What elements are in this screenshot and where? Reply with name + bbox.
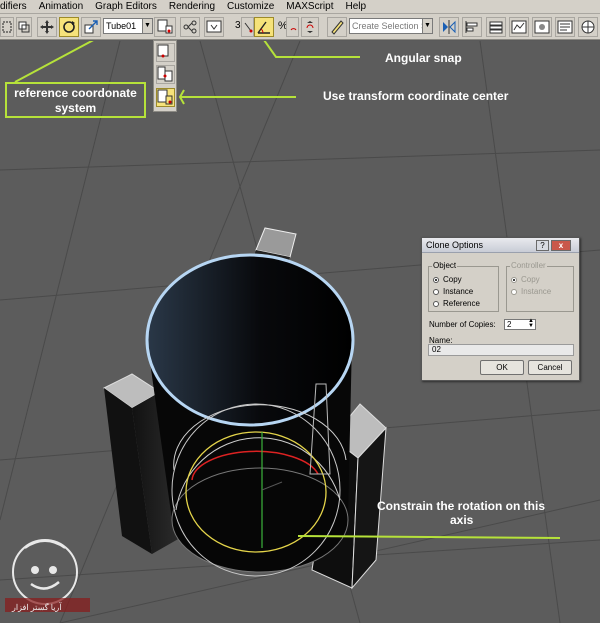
object-reference-label: Reference (443, 299, 480, 308)
dialog-title: Clone Options (426, 240, 484, 250)
menu-graph-editors[interactable]: Graph Editors (95, 0, 163, 14)
chevron-down-icon: ▼ (142, 19, 152, 33)
use-selection-center-icon[interactable] (156, 65, 175, 84)
watermark-logo-text: آریا گستر افزار (12, 603, 62, 612)
tube-object[interactable] (145, 253, 355, 573)
named-selection-dropdown[interactable]: Create Selection Se ▼ (349, 18, 433, 34)
menu-modifiers[interactable]: difiers (0, 0, 33, 14)
rotate-icon[interactable] (59, 17, 79, 37)
keyboard-shortcut-icon[interactable] (204, 17, 224, 37)
object-instance-label: Instance (443, 287, 474, 296)
use-pivot-point-center-icon[interactable] (156, 43, 175, 62)
align-icon[interactable] (462, 17, 482, 37)
dialog-title-bar[interactable]: Clone Options ? x (422, 238, 579, 253)
menu-animation[interactable]: Animation (39, 0, 89, 14)
reference-coordinate-line2: system (54, 101, 97, 115)
reference-coordinate-dropdown[interactable]: Tube01 ▼ (103, 18, 153, 34)
edit-named-selection-icon[interactable] (327, 17, 347, 37)
mirror-icon[interactable] (439, 17, 459, 37)
window-crossing-icon[interactable] (16, 17, 32, 37)
menu-maxscript[interactable]: MAXScript (286, 0, 339, 14)
layer-manager-icon[interactable] (486, 17, 506, 37)
move-icon[interactable] (37, 17, 57, 37)
radio-icon (511, 288, 517, 295)
radio-icon (433, 300, 439, 307)
render-icon[interactable] (578, 17, 598, 37)
reference-coordinate-line1: reference coordonate (14, 86, 137, 100)
name-field[interactable]: 02 (428, 344, 574, 356)
transform-center-annotation: Use transform coordinate center (323, 89, 509, 103)
menu-bar: difiers Animation Graph Editors Renderin… (0, 0, 600, 14)
angle-snap-icon[interactable] (254, 17, 274, 37)
copies-spinner[interactable]: 2 ▲ ▼ (504, 318, 536, 330)
select-and-link-icon[interactable] (180, 17, 200, 37)
percent-snap-icon[interactable] (286, 17, 299, 37)
copies-label: Number of Copies: (429, 320, 496, 329)
controller-group-label: Controller (510, 261, 547, 270)
object-copy-label: Copy (443, 275, 462, 284)
angular-snap-annotation: Angular snap (385, 51, 462, 65)
pivot-center-flyout (153, 40, 177, 112)
reference-coordinate-annotation: reference coordonate system (5, 82, 146, 118)
snap-toggle-icon[interactable] (241, 17, 254, 37)
controller-copy-radio: Copy (511, 275, 540, 284)
radio-selected-icon (433, 276, 439, 283)
cancel-button[interactable]: Cancel (528, 360, 572, 375)
material-editor-icon[interactable] (532, 17, 552, 37)
constrain-rotation-annotation-line2: axis (450, 513, 474, 527)
controller-copy-label: Copy (521, 275, 540, 284)
constrain-rotation-annotation-line1: Constrain the rotation on this (377, 499, 545, 513)
scale-icon[interactable] (81, 17, 101, 37)
copies-value: 2 (507, 320, 512, 329)
main-toolbar: Tube01 ▼ 3 % Create Selection Se ▼ (0, 14, 600, 40)
named-selection-placeholder: Create Selection Se (352, 21, 433, 31)
object-group-label: Object (432, 261, 458, 270)
spinner-snap-icon[interactable] (301, 17, 319, 37)
reference-coordinate-value: Tube01 (106, 21, 137, 31)
snap-dimension-label: 3 (235, 20, 241, 31)
menu-help[interactable]: Help (346, 0, 373, 14)
spinner-arrows-icon[interactable]: ▲ ▼ (528, 318, 534, 329)
close-button[interactable]: x (551, 240, 571, 251)
menu-rendering[interactable]: Rendering (169, 0, 221, 14)
use-transform-coordinate-center-icon[interactable] (156, 88, 175, 107)
chevron-down-icon: ▼ (422, 19, 432, 33)
controller-instance-label: Instance (521, 287, 552, 296)
controller-instance-radio: Instance (511, 287, 551, 296)
object-group: Object Copy Instance Reference (428, 261, 499, 312)
object-copy-radio[interactable]: Copy (433, 275, 462, 284)
object-reference-radio[interactable]: Reference (433, 299, 480, 308)
object-instance-radio[interactable]: Instance (433, 287, 473, 296)
radio-selected-icon (511, 276, 517, 283)
controller-group: Controller Copy Instance (506, 261, 574, 312)
help-button[interactable]: ? (536, 240, 549, 251)
radio-icon (433, 288, 439, 295)
ok-button[interactable]: OK (480, 360, 524, 375)
menu-customize[interactable]: Customize (227, 0, 280, 14)
schematic-view-icon[interactable] (509, 17, 529, 37)
select-region-icon[interactable] (0, 17, 14, 37)
pivot-center-icon[interactable] (154, 17, 176, 37)
render-setup-icon[interactable] (555, 17, 575, 37)
name-value: 02 (432, 345, 441, 354)
